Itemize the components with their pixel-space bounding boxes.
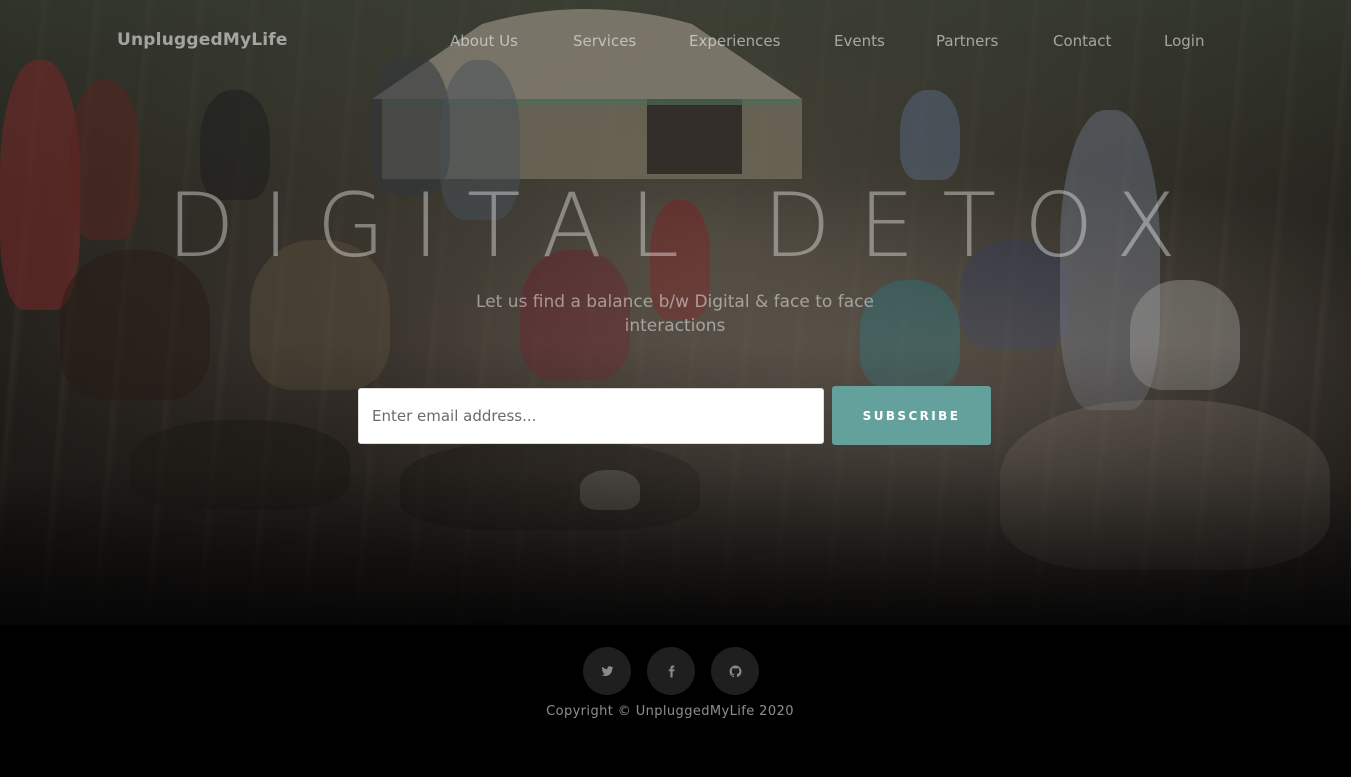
footer: Copyright © UnpluggedMyLife 2020 (0, 625, 1351, 777)
copyright-text: Copyright © UnpluggedMyLife 2020 (546, 704, 794, 719)
subscribe-button[interactable]: Subscribe (832, 386, 991, 445)
twitter-link[interactable] (583, 647, 631, 695)
nav-item-login[interactable]: Login (1164, 32, 1204, 50)
nav-item-contact[interactable]: Contact (1053, 32, 1111, 50)
main-navigation: About Us Services Experiences Events Par… (0, 32, 1351, 54)
github-link[interactable] (711, 647, 759, 695)
email-input[interactable] (358, 388, 824, 444)
hero-subtitle: Let us find a balance b/w Digital & face… (476, 292, 874, 336)
nav-item-services[interactable]: Services (573, 32, 636, 50)
facebook-link[interactable] (647, 647, 695, 695)
hero-title: DIGITAL DETOX (166, 174, 1205, 277)
nav-item-events[interactable]: Events (834, 32, 885, 50)
hero-section: UnpluggedMyLife About Us Services Experi… (0, 0, 1351, 625)
nav-item-about-us[interactable]: About Us (450, 32, 518, 50)
nav-item-partners[interactable]: Partners (936, 32, 998, 50)
github-icon (729, 665, 741, 677)
nav-item-experiences[interactable]: Experiences (689, 32, 780, 50)
twitter-icon (601, 665, 613, 676)
facebook-icon (668, 665, 675, 677)
